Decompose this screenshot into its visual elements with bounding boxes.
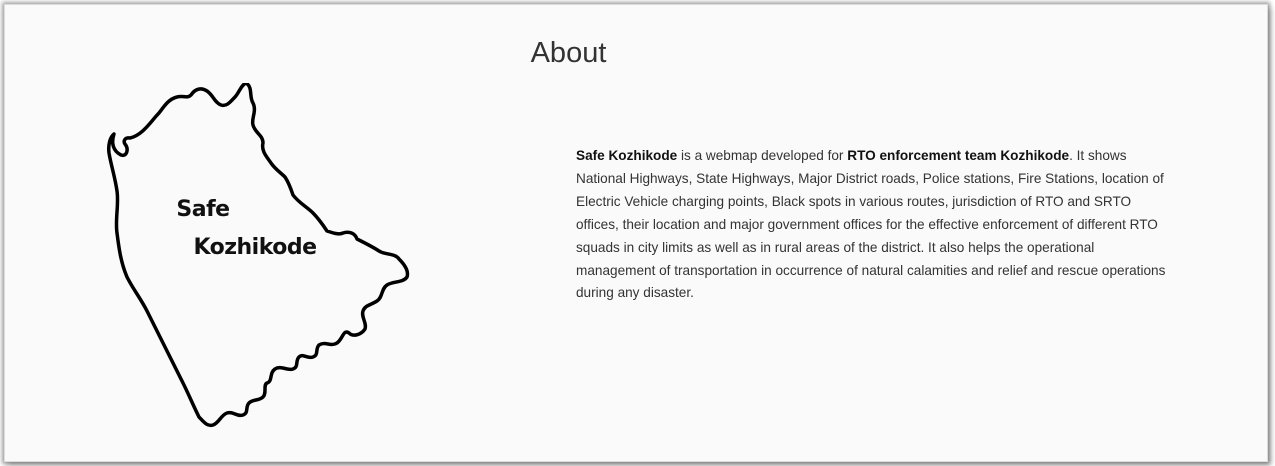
about-description: Safe Kozhikode is a webmap developed for…: [576, 145, 1172, 305]
logo-text-kozhikode: Kozhikode: [193, 235, 317, 260]
description-body: . It shows National Highways, State High…: [576, 148, 1166, 301]
team-name: RTO enforcement team Kozhikode: [847, 148, 1070, 163]
app-name: Safe Kozhikode: [576, 148, 678, 163]
logo-text-safe: Safe: [176, 197, 230, 222]
description-intro: is a webmap developed for: [677, 148, 848, 163]
about-section: About Safe Kozhikode Safe Kozhikode is a…: [4, 4, 1268, 462]
safe-kozhikode-logo: Safe Kozhikode: [103, 83, 415, 429]
page-title: About: [530, 37, 607, 69]
